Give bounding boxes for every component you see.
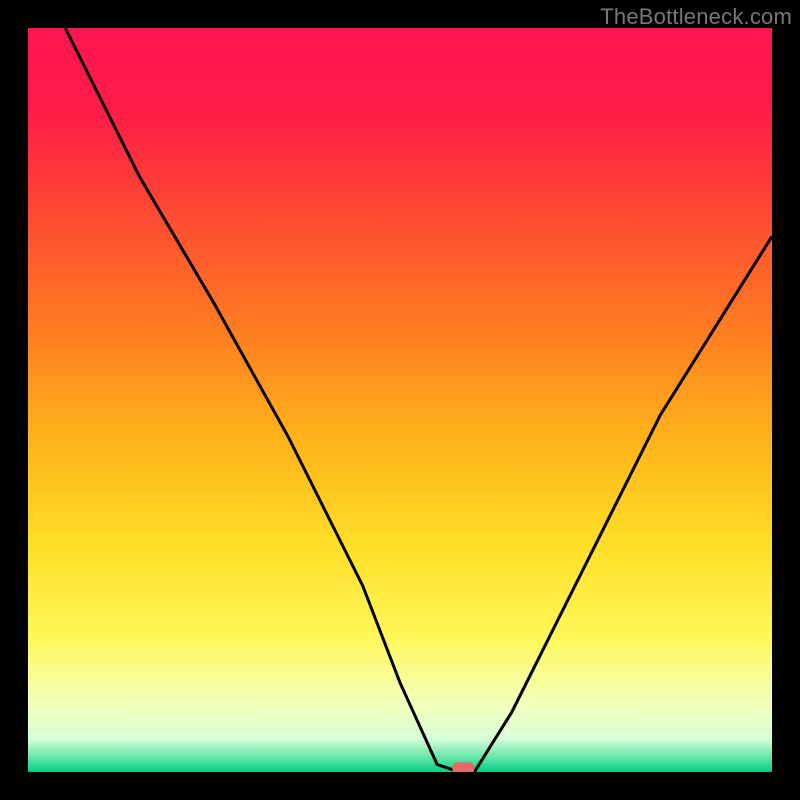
gradient-background <box>28 28 772 772</box>
optimum-marker <box>452 762 474 772</box>
watermark-label: TheBottleneck.com <box>600 4 792 30</box>
plot-area <box>28 28 772 772</box>
chart-frame: TheBottleneck.com <box>0 0 800 800</box>
bottleneck-plot <box>28 28 772 772</box>
